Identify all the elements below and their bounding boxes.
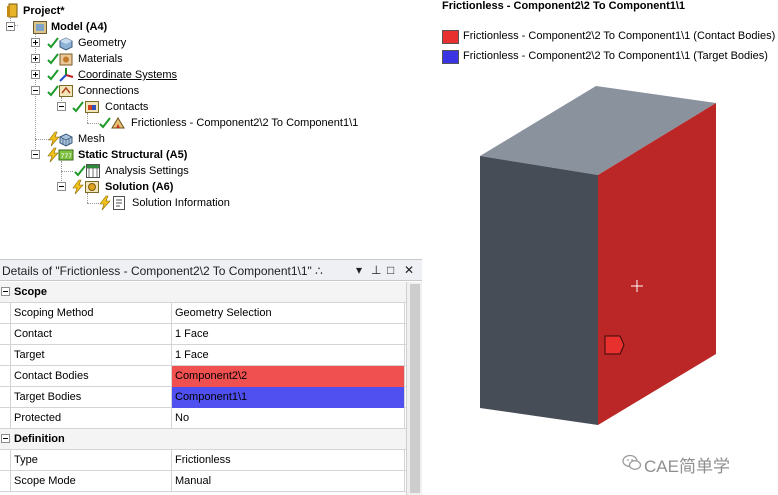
solution-information-icon bbox=[111, 195, 127, 211]
dropdown-icon[interactable]: ▾ bbox=[356, 263, 362, 277]
maximize-icon[interactable]: □ bbox=[387, 263, 394, 277]
tree-item-label: Contacts bbox=[105, 101, 149, 113]
collapse-icon[interactable] bbox=[31, 86, 40, 95]
details-grid: Scope Scoping Method Geometry Selection … bbox=[0, 282, 406, 495]
tree-item-label: Static Structural (A5) bbox=[78, 149, 188, 161]
tree-item-label: Project* bbox=[23, 5, 65, 17]
contacts-icon bbox=[84, 99, 100, 115]
project-icon bbox=[4, 3, 20, 19]
contact-marker-icon bbox=[604, 335, 625, 355]
collapse-icon[interactable] bbox=[6, 22, 15, 31]
pin-icon[interactable]: ⊥ bbox=[371, 263, 381, 277]
property-value[interactable]: Frictionless bbox=[172, 450, 405, 471]
property-key: Contact bbox=[10, 324, 172, 345]
property-value[interactable]: 1 Face bbox=[172, 324, 405, 345]
group-label: Scope bbox=[14, 286, 48, 298]
property-key: Target bbox=[10, 345, 172, 366]
svg-text:777: 777 bbox=[61, 153, 73, 160]
property-value-target-bodies[interactable]: Component1\1 bbox=[172, 387, 405, 408]
analysis-settings-icon bbox=[85, 163, 101, 179]
scrollbar-thumb[interactable] bbox=[410, 284, 420, 493]
tree-item-label: Analysis Settings bbox=[105, 165, 189, 177]
property-row[interactable]: Type Frictionless bbox=[0, 450, 406, 471]
tree-item-label: Coordinate Systems bbox=[78, 69, 178, 81]
details-title: Details of "Frictionless - Component2\2 … bbox=[2, 264, 323, 278]
property-key: Type bbox=[10, 450, 172, 471]
property-row[interactable]: Target 1 Face bbox=[0, 345, 406, 366]
property-key: Contact Bodies bbox=[10, 366, 172, 387]
expand-icon[interactable] bbox=[31, 38, 40, 47]
property-key: Protected bbox=[10, 408, 172, 429]
property-row[interactable]: Contact 1 Face bbox=[0, 324, 406, 345]
connections-icon bbox=[58, 83, 74, 99]
coordinate-systems-icon bbox=[58, 67, 74, 83]
geometry-icon bbox=[58, 35, 74, 51]
property-key: Target Bodies bbox=[10, 387, 172, 408]
static-structural-icon: 777 bbox=[58, 147, 74, 163]
property-key: Scoping Method bbox=[10, 303, 172, 324]
graphics-viewport[interactable]: Frictionless - Component2\2 To Component… bbox=[428, 0, 778, 495]
solution-icon bbox=[84, 179, 100, 195]
details-scrollbar[interactable] bbox=[406, 282, 422, 495]
property-row[interactable]: Contact Bodies Component2\2 bbox=[0, 366, 406, 387]
property-value[interactable]: No bbox=[172, 408, 405, 429]
property-row[interactable]: Protected No bbox=[0, 408, 406, 429]
wechat-icon bbox=[622, 452, 642, 475]
collapse-icon[interactable] bbox=[57, 182, 66, 191]
watermark-text: CAE简单学 bbox=[644, 457, 730, 476]
property-key: Scope Mode bbox=[10, 471, 172, 492]
collapse-icon[interactable] bbox=[57, 102, 66, 111]
tree-item-label: Geometry bbox=[78, 37, 127, 49]
property-row[interactable]: Scoping Method Geometry Selection bbox=[0, 303, 406, 324]
property-row[interactable]: Scope Mode Manual bbox=[0, 471, 406, 492]
close-icon[interactable]: ✕ bbox=[404, 263, 414, 277]
property-value[interactable]: Geometry Selection bbox=[172, 303, 405, 324]
tree-item-label: Mesh bbox=[78, 133, 105, 145]
mesh-icon bbox=[58, 131, 74, 147]
group-label: Definition bbox=[14, 433, 65, 445]
expand-icon[interactable] bbox=[31, 54, 40, 63]
group-definition[interactable]: Definition bbox=[0, 429, 406, 450]
property-row[interactable]: Target Bodies Component1\1 bbox=[0, 387, 406, 408]
expand-icon[interactable] bbox=[31, 70, 40, 79]
box-front-face[interactable] bbox=[480, 156, 598, 425]
tree-item-label: Materials bbox=[78, 53, 123, 65]
property-value[interactable]: Manual bbox=[172, 471, 405, 492]
details-panel-header: Details of "Frictionless - Component2\2 … bbox=[0, 259, 422, 281]
property-value-contact-bodies[interactable]: Component2\2 bbox=[172, 366, 405, 387]
contact-region-icon bbox=[110, 115, 126, 131]
tree-item-label: Solution Information bbox=[132, 197, 230, 209]
materials-icon bbox=[58, 51, 74, 67]
tree-item-label: Frictionless - Component2\2 To Component… bbox=[131, 116, 359, 130]
collapse-icon[interactable] bbox=[1, 434, 10, 443]
project-tree: Project* Model (A4) Geometry Materials C… bbox=[0, 0, 425, 258]
model-view[interactable] bbox=[428, 0, 778, 495]
collapse-icon[interactable] bbox=[1, 287, 10, 296]
collapse-icon[interactable] bbox=[31, 150, 40, 159]
group-scope[interactable]: Scope bbox=[0, 282, 406, 303]
tree-item-label: Solution (A6) bbox=[105, 181, 174, 193]
model-icon bbox=[32, 19, 48, 35]
property-value[interactable]: 1 Face bbox=[172, 345, 405, 366]
tree-item-label: Connections bbox=[78, 85, 140, 97]
tree-item-label: Model (A4) bbox=[51, 21, 108, 33]
